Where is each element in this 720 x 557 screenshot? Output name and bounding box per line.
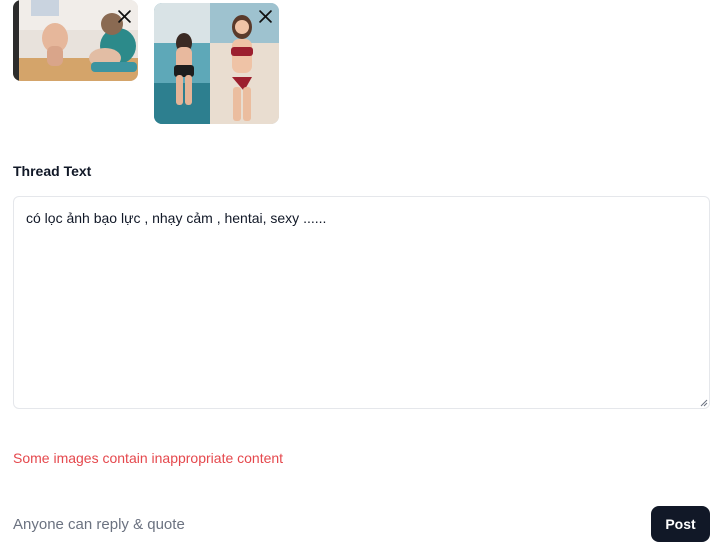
reply-permission-setting[interactable]: Anyone can reply & quote: [13, 516, 185, 533]
new-thread-form: Thread Text Some images contain inapprop…: [0, 0, 720, 557]
close-icon: [258, 9, 272, 23]
thread-text-label: Thread Text: [13, 163, 92, 179]
close-icon: [117, 9, 131, 23]
remove-image-2-button[interactable]: [256, 7, 274, 25]
attachment-image-1: [13, 0, 138, 81]
resize-handle-icon[interactable]: [699, 398, 708, 407]
attachment-image-2: [154, 3, 279, 124]
post-button[interactable]: Post: [651, 506, 710, 542]
remove-image-1-button[interactable]: [115, 7, 133, 25]
error-message: Some images contain inappropriate conten…: [13, 450, 284, 466]
thread-text-input[interactable]: [13, 196, 710, 409]
